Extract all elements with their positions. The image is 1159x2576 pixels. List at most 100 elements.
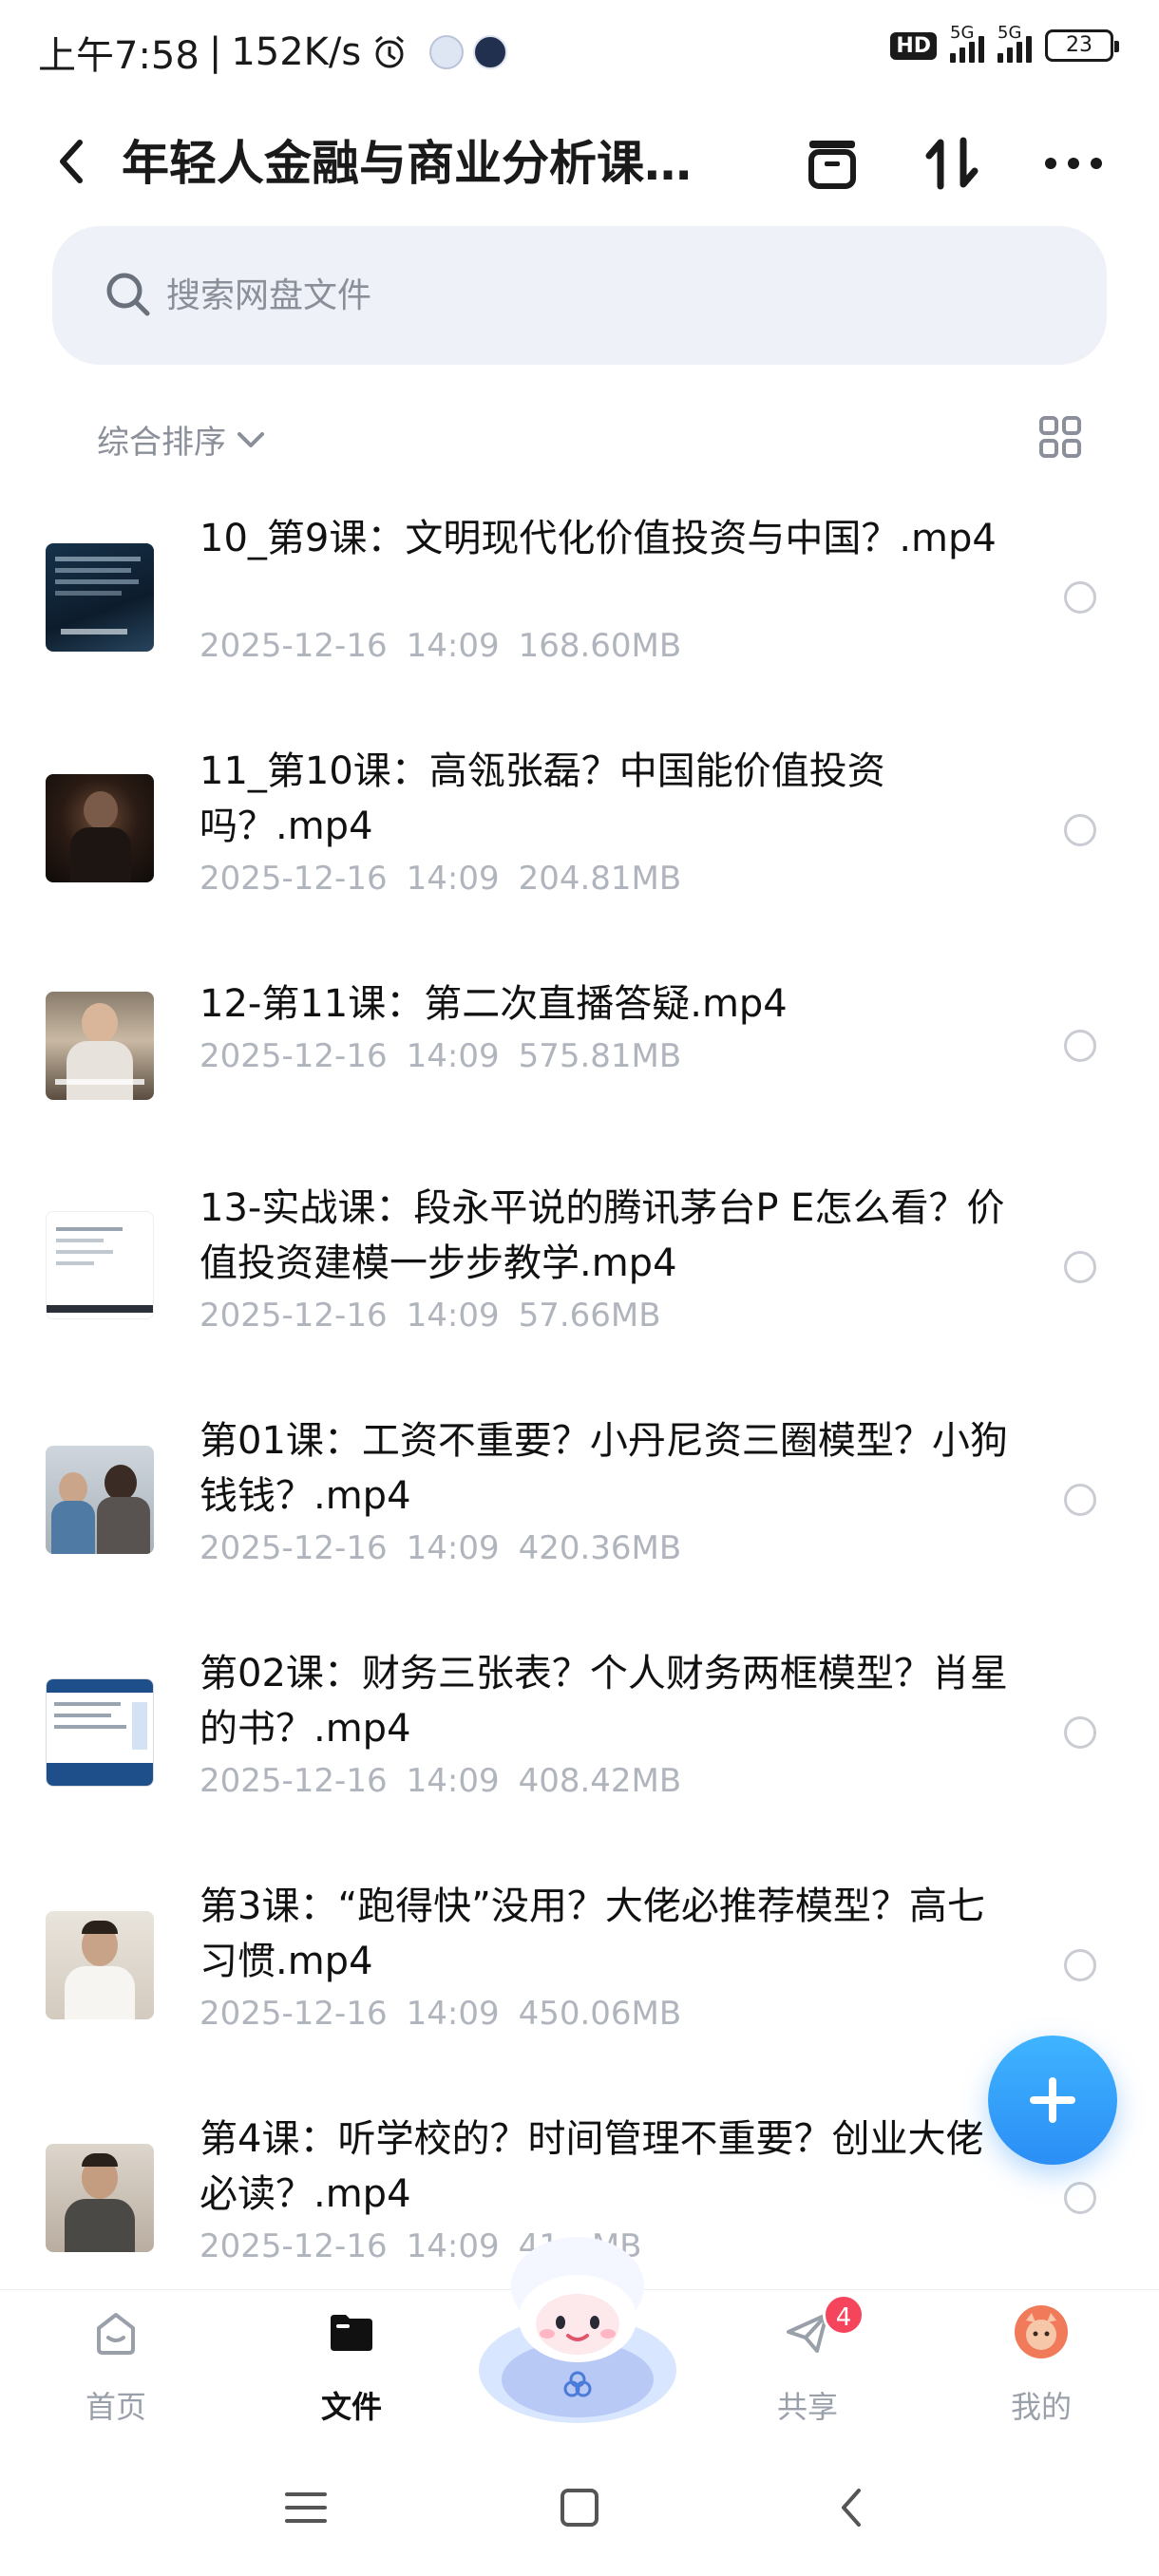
video-thumbnail	[46, 2144, 154, 2252]
menu-icon[interactable]	[277, 2479, 334, 2536]
video-thumbnail	[46, 774, 154, 882]
file-meta: 2025-12-16 14:09 450.06MB	[200, 1995, 681, 2033]
file-date: 2025-12-16	[200, 860, 388, 898]
nav-share[interactable]: 4 共享	[732, 2290, 884, 2442]
file-time: 14:09	[406, 1529, 500, 1567]
file-item[interactable]: 10_第9课：文明现代化价值投资与中国？.mp4 2025-12-16 14:09…	[0, 494, 1159, 727]
file-date: 2025-12-16	[200, 1529, 388, 1567]
share-badge: 4	[823, 2294, 864, 2336]
file-name: 11_第10课：高瓴张磊？中国能价值投资吗？.mp4	[200, 749, 885, 848]
file-size: 168.60MB	[518, 627, 682, 665]
add-button[interactable]	[988, 2036, 1117, 2165]
signal-icon-2: 5G	[998, 23, 1032, 63]
system-nav-bar	[0, 2441, 1159, 2576]
file-name: 第01课：工资不重要？小丹尼资三圈模型？小狗钱钱？.mp4	[200, 1419, 1008, 1518]
grid-view-icon[interactable]	[1037, 414, 1083, 460]
select-radio[interactable]	[1064, 1251, 1096, 1283]
file-date: 2025-12-16	[200, 627, 388, 665]
video-thumbnail	[46, 992, 154, 1100]
status-time: 上午7:58	[38, 34, 200, 78]
mascot-assistant-icon[interactable]	[473, 2227, 682, 2427]
app-notification-icon-2	[473, 35, 508, 69]
nav-files[interactable]: 文件	[276, 2290, 428, 2442]
select-radio[interactable]	[1064, 581, 1096, 614]
file-size: 204.81MB	[518, 860, 682, 898]
home-square-icon[interactable]	[551, 2479, 608, 2536]
hd-icon: HD	[890, 31, 937, 60]
status-right: HD 5G 5G 23	[890, 23, 1119, 63]
nav-me[interactable]: 我的	[965, 2290, 1117, 2442]
status-speed: 152K/s	[231, 30, 362, 74]
file-item[interactable]: 13-实战课：段永平说的腾讯茅台P E怎么看？价值投资建模一步步教学.mp4 2…	[0, 1164, 1159, 1396]
file-item[interactable]: 第02课：财务三张表？个人财务两框模型？肖星的书？.mp4 2025-12-16…	[0, 1629, 1159, 1862]
select-radio[interactable]	[1064, 1949, 1096, 1981]
file-size: 575.81MB	[518, 1037, 682, 1075]
alarm-icon	[375, 35, 405, 68]
file-meta: 2025-12-16 14:09 420.36MB	[200, 1529, 681, 1567]
file-meta: 2025-12-16 14:09 204.81MB	[200, 860, 681, 898]
file-size: 420.36MB	[518, 1529, 682, 1567]
select-radio[interactable]	[1064, 1484, 1096, 1516]
file-time: 14:09	[406, 1297, 500, 1335]
sort-dropdown[interactable]: 综合排序	[97, 416, 268, 463]
nav-home-label: 首页	[85, 2389, 146, 2425]
video-thumbnail	[46, 1211, 154, 1319]
transfer-list-icon[interactable]	[796, 127, 868, 199]
file-size: 450.06MB	[518, 1995, 682, 2033]
select-radio[interactable]	[1064, 1716, 1096, 1749]
search-input[interactable]	[166, 226, 1021, 365]
file-date: 2025-12-16	[200, 1037, 388, 1075]
file-meta: 2025-12-16 14:09 168.60MB	[200, 627, 681, 665]
video-thumbnail	[46, 1446, 154, 1554]
file-meta: 2025-12-16 14:09 575.81MB	[200, 1037, 681, 1075]
video-thumbnail	[46, 1678, 154, 1787]
nav-files-label: 文件	[320, 2389, 382, 2425]
file-meta: 2025-12-16 14:09 408.42MB	[200, 1762, 681, 1800]
file-meta: 2025-12-16 14:09 57.66MB	[200, 1297, 661, 1335]
file-list: 10_第9课：文明现代化价值投资与中国？.mp4 2025-12-16 14:09…	[0, 494, 1159, 2280]
back-triangle-icon[interactable]	[825, 2479, 882, 2536]
file-date: 2025-12-16	[200, 1762, 388, 1800]
file-time: 14:09	[406, 1037, 500, 1075]
chevron-down-icon	[238, 431, 264, 447]
file-name: 12-第11课：第二次直播答疑.mp4	[200, 982, 788, 1026]
file-size: 57.66MB	[518, 1297, 661, 1335]
file-date: 2025-12-16	[200, 1297, 388, 1335]
home-icon	[97, 2313, 135, 2355]
status-divider: |	[208, 30, 222, 74]
file-name: 第4课：听学校的？时间管理不重要？创业大佬必读？.mp4	[200, 2117, 984, 2216]
search-bar[interactable]	[52, 226, 1107, 365]
file-time: 14:09	[406, 1762, 500, 1800]
file-date: 2025-12-16	[200, 1995, 388, 2033]
file-item[interactable]: 11_第10课：高瓴张磊？中国能价值投资吗？.mp4 2025-12-16 14:…	[0, 727, 1159, 959]
sort-arrows-icon[interactable]	[916, 127, 988, 199]
more-icon[interactable]	[1037, 127, 1110, 199]
signal-icon-1: 5G	[950, 23, 984, 63]
nav-home[interactable]: 首页	[40, 2290, 192, 2442]
header: 年轻人金融与商业分析课...	[0, 104, 1159, 228]
select-radio[interactable]	[1064, 2182, 1096, 2214]
file-name: 13-实战课：段永平说的腾讯茅台P E怎么看？价值投资建模一步步教学.mp4	[200, 1186, 1005, 1285]
select-radio[interactable]	[1064, 814, 1096, 846]
file-size: 408.42MB	[518, 1762, 682, 1800]
file-time: 14:09	[406, 1995, 500, 2033]
back-icon[interactable]	[48, 133, 95, 190]
video-thumbnail	[46, 543, 154, 652]
file-name: 第02课：财务三张表？个人财务两框模型？肖星的书？.mp4	[200, 1652, 1008, 1751]
nav-share-label: 共享	[776, 2389, 838, 2425]
status-left: 上午7:58 | 152K/s	[38, 25, 508, 80]
file-time: 14:09	[406, 627, 500, 665]
status-bar: 上午7:58 | 152K/s HD 5G 5G 23	[0, 0, 1159, 104]
file-item[interactable]: 第3课：“跑得快”没用？大佬必推荐模型？高七习惯.mp4 2025-12-16 1…	[0, 1862, 1159, 2094]
file-item[interactable]: 第01课：工资不重要？小丹尼资三圈模型？小狗钱钱？.mp4 2025-12-16…	[0, 1396, 1159, 1629]
folder-icon	[331, 2315, 372, 2351]
select-radio[interactable]	[1064, 1030, 1096, 1062]
file-name: 第3课：“跑得快”没用？大佬必推荐模型？高七习惯.mp4	[200, 1885, 985, 1983]
sort-label: 综合排序	[97, 424, 226, 462]
file-name: 10_第9课：文明现代化价值投资与中国？.mp4	[200, 517, 997, 560]
nav-me-label: 我的	[1010, 2389, 1072, 2425]
file-item[interactable]: 12-第11课：第二次直播答疑.mp4 2025-12-16 14:09 575.8…	[0, 959, 1159, 1164]
search-icon	[106, 273, 150, 316]
file-time: 14:09	[406, 860, 500, 898]
avatar	[1015, 2305, 1068, 2358]
